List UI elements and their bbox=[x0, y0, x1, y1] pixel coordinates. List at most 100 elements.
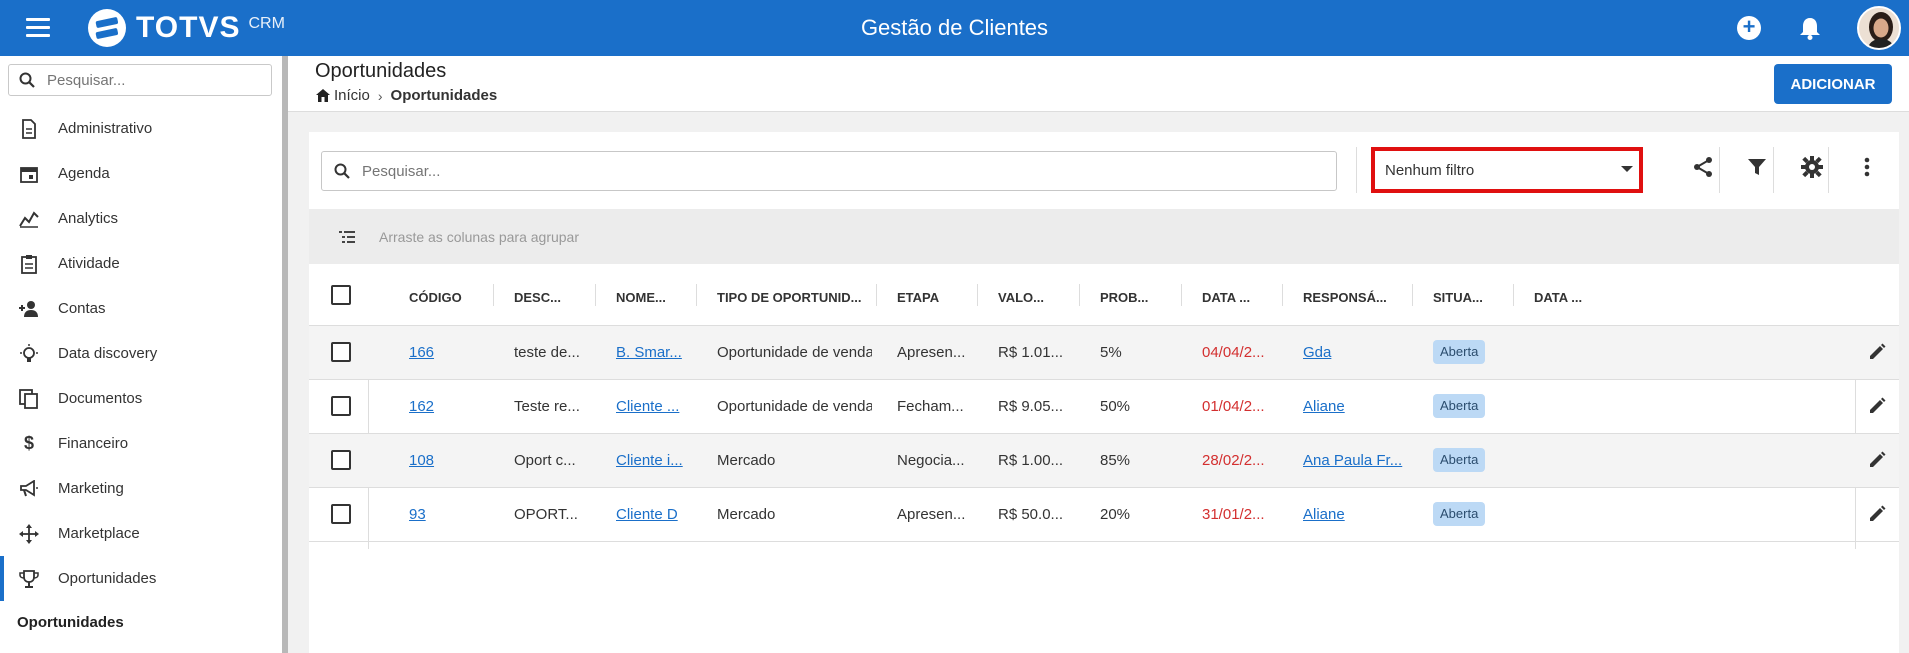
cell-codigo[interactable]: 108 bbox=[409, 452, 484, 469]
column-header-valor[interactable]: VALO... bbox=[998, 290, 1044, 305]
cell-probabilidade: 85% bbox=[1100, 452, 1131, 469]
cell-tipo: Oportunidade de venda bbox=[717, 398, 872, 415]
group-by-hint: Arraste as colunas para agrupar bbox=[379, 228, 579, 245]
table-header: CÓDIGO DESC... NOME... TIPO DE OPORTUNID… bbox=[309, 264, 1899, 326]
user-avatar[interactable] bbox=[1857, 6, 1901, 50]
cell-responsavel[interactable]: Aliane bbox=[1303, 506, 1408, 523]
hamburger-menu-icon[interactable] bbox=[26, 18, 50, 38]
sidebar-search[interactable] bbox=[8, 64, 272, 96]
logo-text: TOTVS bbox=[136, 11, 241, 44]
cell-responsavel[interactable]: Aliane bbox=[1303, 398, 1408, 415]
column-header-situacao[interactable]: SITUA... bbox=[1433, 290, 1483, 305]
filter-button[interactable] bbox=[1742, 152, 1772, 182]
cell-codigo[interactable]: 93 bbox=[409, 506, 484, 523]
cell-descricao: Teste re... bbox=[514, 398, 580, 415]
column-header-responsavel[interactable]: RESPONSÁ... bbox=[1303, 290, 1387, 305]
cell-responsavel[interactable]: Ana Paula Fr... bbox=[1303, 452, 1408, 469]
column-header-codigo[interactable]: CÓDIGO bbox=[409, 290, 462, 305]
column-header-tipo[interactable]: TIPO DE OPORTUNID... bbox=[717, 290, 861, 305]
documents-icon bbox=[18, 388, 40, 410]
megaphone-icon bbox=[18, 478, 40, 500]
totvs-logo[interactable]: TOTVS CRM bbox=[86, 7, 285, 49]
add-circle-icon[interactable]: + bbox=[1737, 16, 1761, 40]
grid-search[interactable] bbox=[321, 151, 1337, 191]
sidebar-item-label: Financeiro bbox=[58, 435, 129, 452]
add-button[interactable]: ADICIONAR bbox=[1774, 64, 1892, 104]
sidebar-search-input[interactable] bbox=[47, 71, 247, 89]
cell-data: 04/04/2... bbox=[1202, 344, 1265, 361]
grid-search-input[interactable] bbox=[362, 162, 1262, 180]
table-row[interactable]: 108 Oport c... Cliente i... Mercado Nego… bbox=[309, 434, 1899, 488]
chevron-right-icon: › bbox=[377, 87, 383, 104]
cell-nome[interactable]: Cliente i... bbox=[616, 452, 691, 469]
cell-etapa: Apresen... bbox=[897, 506, 966, 523]
column-header-probabilidade[interactable]: PROB... bbox=[1100, 290, 1148, 305]
sidebar-subitem-oportunidades[interactable]: Oportunidades bbox=[17, 614, 124, 631]
table-row[interactable]: 162 Teste re... Cliente ... Oportunidade… bbox=[309, 380, 1899, 434]
column-header-data-2[interactable]: DATA ... bbox=[1534, 290, 1582, 305]
sidebar-item-oportunidades[interactable]: Oportunidades bbox=[0, 556, 282, 601]
group-by-bar[interactable]: Arraste as colunas para agrupar bbox=[309, 209, 1899, 264]
settings-button[interactable] bbox=[1797, 152, 1827, 182]
sidebar-item-analytics[interactable]: Analytics bbox=[0, 196, 282, 241]
filter-select-value: Nenhum filtro bbox=[1385, 161, 1475, 179]
sidebar-item-financeiro[interactable]: $ Financeiro bbox=[0, 421, 282, 466]
column-header-etapa[interactable]: ETAPA bbox=[897, 290, 939, 305]
more-vertical-icon bbox=[1864, 157, 1870, 177]
table-row[interactable]: 166 teste de... B. Smar... Oportunidade … bbox=[309, 326, 1899, 380]
sidebar-item-documentos[interactable]: Documentos bbox=[0, 376, 282, 421]
edit-pencil-icon[interactable] bbox=[1867, 396, 1887, 416]
page-title: Oportunidades bbox=[315, 60, 447, 82]
cell-data: 31/01/2... bbox=[1202, 506, 1265, 523]
cell-tipo: Oportunidade de venda bbox=[717, 344, 872, 361]
sidebar-item-contas[interactable]: Contas bbox=[0, 286, 282, 331]
calendar-icon bbox=[18, 163, 40, 185]
clipboard-icon bbox=[18, 253, 40, 275]
filter-select[interactable]: Nenhum filtro bbox=[1371, 147, 1643, 193]
more-options-button[interactable] bbox=[1852, 152, 1882, 182]
select-all-checkbox[interactable] bbox=[331, 285, 351, 305]
column-header-descricao[interactable]: DESC... bbox=[514, 290, 561, 305]
edit-pencil-icon[interactable] bbox=[1867, 450, 1887, 470]
cell-codigo[interactable]: 162 bbox=[409, 398, 484, 415]
totvs-logo-icon bbox=[88, 9, 126, 47]
row-checkbox[interactable] bbox=[331, 396, 351, 416]
cell-valor: R$ 9.05... bbox=[998, 398, 1064, 415]
row-checkbox[interactable] bbox=[331, 450, 351, 470]
breadcrumb-home[interactable]: Início bbox=[334, 87, 370, 104]
edit-pencil-icon[interactable] bbox=[1867, 504, 1887, 524]
edit-pencil-icon[interactable] bbox=[1867, 342, 1887, 362]
cell-nome[interactable]: B. Smar... bbox=[616, 344, 691, 361]
sidebar-item-agenda[interactable]: Agenda bbox=[0, 151, 282, 196]
share-button[interactable] bbox=[1688, 152, 1718, 182]
cell-nome[interactable]: Cliente ... bbox=[616, 398, 691, 415]
sidebar-item-label: Contas bbox=[58, 300, 106, 317]
row-checkbox[interactable] bbox=[331, 342, 351, 362]
caret-down-icon bbox=[1621, 166, 1633, 172]
gear-icon bbox=[1801, 156, 1823, 178]
cell-etapa: Fecham... bbox=[897, 398, 964, 415]
sidebar-item-atividade[interactable]: Atividade bbox=[0, 241, 282, 286]
sidebar-item-marketplace[interactable]: Marketplace bbox=[0, 511, 282, 556]
cell-responsavel[interactable]: Gda bbox=[1303, 344, 1408, 361]
cell-nome[interactable]: Cliente D bbox=[616, 506, 691, 523]
home-icon[interactable] bbox=[316, 89, 330, 102]
cell-etapa: Apresen... bbox=[897, 344, 966, 361]
sidebar-item-data-discovery[interactable]: Data discovery bbox=[0, 331, 282, 376]
notification-bell-icon[interactable] bbox=[1799, 16, 1821, 40]
column-header-data[interactable]: DATA ... bbox=[1202, 290, 1250, 305]
cell-codigo[interactable]: 166 bbox=[409, 344, 484, 361]
table-row[interactable]: 93 OPORT... Cliente D Mercado Apresen...… bbox=[309, 488, 1899, 542]
sidebar-item-administrativo[interactable]: Administrativo bbox=[0, 106, 282, 151]
cell-valor: R$ 1.01... bbox=[998, 344, 1064, 361]
add-person-icon bbox=[18, 298, 40, 320]
row-checkbox[interactable] bbox=[331, 504, 351, 524]
cell-tipo: Mercado bbox=[717, 506, 776, 523]
column-divider bbox=[1282, 284, 1283, 306]
dollar-icon: $ bbox=[23, 433, 34, 453]
sidebar-item-label: Analytics bbox=[58, 210, 119, 227]
sidebar-item-label: Atividade bbox=[58, 255, 120, 272]
top-app-bar: TOTVS CRM Gestão de Clientes + bbox=[0, 0, 1909, 56]
column-header-nome[interactable]: NOME... bbox=[616, 290, 666, 305]
sidebar-item-marketing[interactable]: Marketing bbox=[0, 466, 282, 511]
